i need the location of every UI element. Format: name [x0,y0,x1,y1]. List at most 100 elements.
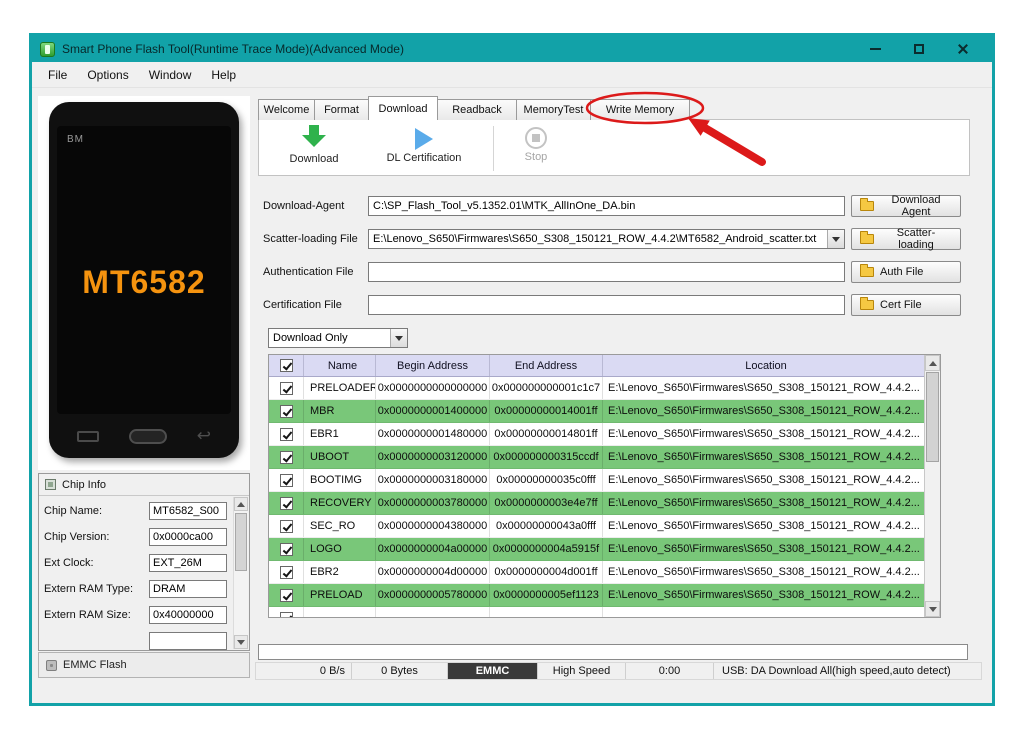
scroll-down-icon[interactable] [925,601,940,617]
chip-version-input[interactable] [149,528,227,546]
ext-clock-input[interactable] [149,554,227,572]
row-checkbox[interactable] [279,588,293,602]
chip-info-header: Chip Info [39,474,249,496]
scatter-file-combobox[interactable] [368,229,845,249]
row-checkbox-cell [269,515,304,537]
scroll-up-icon[interactable] [234,497,248,511]
status-time: 0:00 [626,663,714,679]
tab-write-memory[interactable]: Write Memory [590,99,690,120]
tab-format[interactable]: Format [314,99,369,120]
table-row[interactable]: PRELOAD 0x0000000005780000 0x0000000005ef1… [269,584,924,607]
tab-welcome[interactable]: Welcome [258,99,315,120]
table-row[interactable]: EBR2 0x0000000004d00000 0x0000000004d001ff… [269,561,924,584]
combo-dropdown-button[interactable] [827,230,844,248]
row-checkbox[interactable] [279,473,293,487]
table-row[interactable]: UBOOT 0x0000000003120000 0x000000000315ccd… [269,446,924,469]
partition-name: RECOVERY [304,492,376,514]
download-button[interactable]: Download [269,125,359,165]
download-agent-button[interactable]: Download Agent [851,194,961,218]
chip-name-input[interactable] [149,502,227,520]
download-mode-value[interactable] [269,329,390,347]
chip-field-row: Extern RAM Size: [44,602,227,628]
row-checkbox-cell [269,538,304,560]
table-row[interactable]: MBR 0x0000000001400000 0x00000000014001ff E… [269,400,924,423]
begin-address: 0x0000000003120000 [376,446,490,468]
download-agent-input[interactable] [368,196,845,216]
table-scrollbar[interactable] [924,355,940,617]
row-checkbox[interactable] [279,611,293,617]
scroll-up-icon[interactable] [925,355,940,371]
table-row-partial[interactable] [269,607,924,617]
ram-size-input[interactable] [149,606,227,624]
partition-name: MBR [304,400,376,422]
file-location: E:\Lenovo_S650\Firmwares\S650_S308_15012… [608,382,920,394]
emmc-flash-section[interactable]: EMMC Flash [38,652,250,678]
table-row[interactable]: RECOVERY 0x0000000003780000 0x0000000003e4… [269,492,924,515]
auth-file-label: Authentication File [263,266,354,278]
cert-file-button[interactable]: Cert File [851,294,961,316]
scroll-down-icon[interactable] [234,635,248,649]
download-mode-select[interactable] [268,328,408,348]
table-row[interactable]: EBR1 0x0000000001480000 0x00000000014801ff… [269,423,924,446]
row-checkbox[interactable] [279,450,293,464]
scatter-file-input[interactable] [369,230,827,248]
table-row[interactable]: PRELOADER 0x0000000000000000 0x00000000000… [269,377,924,400]
combo-dropdown-button[interactable] [390,329,407,347]
dl-certification-button[interactable]: DL Certification [379,125,469,164]
chip-info-title: Chip Info [62,478,107,491]
emmc-flash-icon [46,659,57,671]
maximize-button[interactable] [912,42,926,56]
menu-file[interactable]: File [38,64,77,86]
close-button[interactable] [956,42,970,56]
chip-field-row-partial [44,628,227,650]
file-location: E:\Lenovo_S650\Firmwares\S650_S308_15012… [608,589,920,601]
scrollbar-thumb[interactable] [926,372,939,462]
begin-address: 0x0000000003180000 [376,469,490,491]
auth-file-input[interactable] [368,262,845,282]
row-checkbox[interactable] [279,542,293,556]
table-row[interactable]: LOGO 0x0000000004a00000 0x0000000004a5915f… [269,538,924,561]
app-window: Smart Phone Flash Tool(Runtime Trace Mod… [29,33,995,706]
chip-field-row: Chip Name: [44,498,227,524]
end-address: 0x000000000315ccdf [490,446,603,468]
row-checkbox[interactable] [279,381,293,395]
row-checkbox[interactable] [279,496,293,510]
header-name: Name [304,355,376,376]
row-checkbox[interactable] [279,519,293,533]
ram-type-input[interactable] [149,580,227,598]
row-checkbox[interactable] [279,565,293,579]
dl-certification-label: DL Certification [386,152,462,164]
folder-icon [860,198,874,211]
scatter-loading-button[interactable]: Scatter-loading [851,227,961,251]
chip-info-scrollbar[interactable] [233,497,248,649]
row-checkbox[interactable] [279,427,293,441]
play-icon [415,128,433,150]
scrollbar-thumb[interactable] [235,513,247,571]
row-checkbox[interactable] [279,404,293,418]
file-location: E:\Lenovo_S650\Firmwares\S650_S308_15012… [608,520,920,532]
row-checkbox-cell [269,423,304,445]
menu-window[interactable]: Window [139,64,202,86]
row-checkbox-cell [269,400,304,422]
status-storage-badge: EMMC [448,663,538,679]
cert-file-input[interactable] [368,295,845,315]
tab-readback[interactable]: Readback [437,99,517,120]
chip-field-row: Extern RAM Type: [44,576,227,602]
file-location: E:\Lenovo_S650\Firmwares\S650_S308_15012… [608,497,920,509]
phone-menu-icon [77,430,99,442]
minimize-button[interactable] [868,42,882,56]
tab-memorytest[interactable]: MemoryTest [516,99,591,120]
chip-extra-input[interactable] [149,632,227,650]
end-address: 0x0000000004a5915f [490,538,603,560]
select-all-checkbox[interactable] [279,359,293,372]
stop-button[interactable]: Stop [496,125,576,163]
end-address: 0x00000000043a0fff [490,515,603,537]
auth-file-button[interactable]: Auth File [851,261,961,283]
menu-options[interactable]: Options [77,64,138,86]
header-begin: Begin Address [376,355,490,376]
table-row[interactable]: BOOTIMG 0x0000000003180000 0x00000000035c0… [269,469,924,492]
table-row[interactable]: SEC_RO 0x0000000004380000 0x00000000043a0f… [269,515,924,538]
tab-download[interactable]: Download [368,96,438,120]
menu-help[interactable]: Help [201,64,246,86]
begin-address: 0x0000000001480000 [376,423,490,445]
